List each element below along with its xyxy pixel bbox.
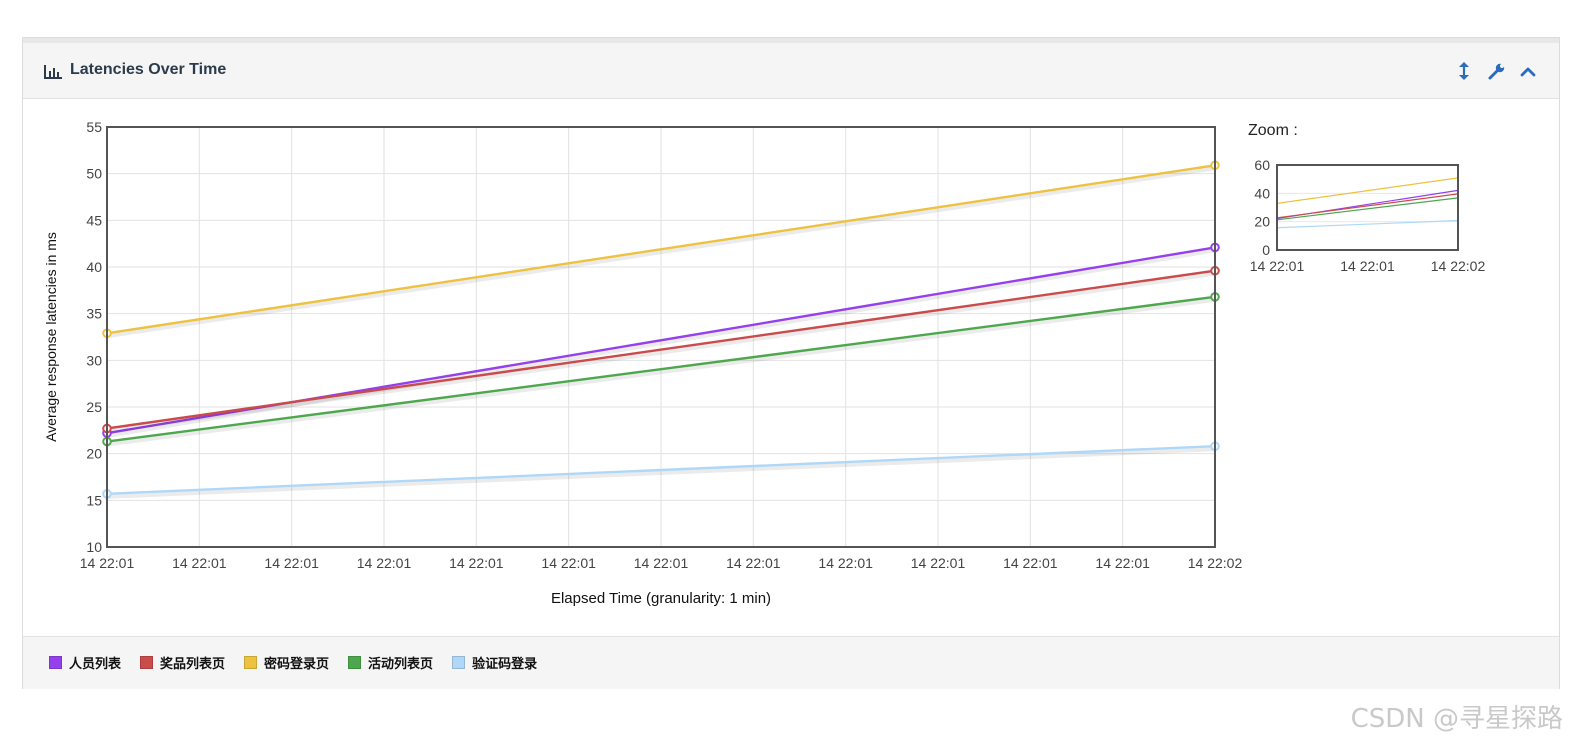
y-tick-label: 55 <box>86 119 102 135</box>
zoom-y-tick-label: 0 <box>1262 242 1270 258</box>
latencies-panel: Latencies Over Time 10 15 20 25 30 35 40 45 50 55… <box>22 37 1560 689</box>
x-tick-label: 14 22:02 <box>1188 555 1243 571</box>
chart-area: 10 15 20 25 30 35 40 45 50 55 14 22:01 14 22:01 14 2… <box>23 99 1559 636</box>
x-tick-label: 14 22:01 <box>911 555 966 571</box>
x-tick-label: 14 22:01 <box>357 555 412 571</box>
legend-item[interactable]: 密码登录页 <box>244 653 329 672</box>
x-tick-label: 14 22:01 <box>541 555 596 571</box>
x-tick-label: 14 22:01 <box>818 555 873 571</box>
y-tick-label: 20 <box>86 446 102 462</box>
resize-vertical-icon[interactable] <box>1453 59 1475 83</box>
panel-header: Latencies Over Time <box>23 43 1559 99</box>
legend-item[interactable]: 活动列表页 <box>348 653 433 672</box>
y-tick-label: 45 <box>86 212 102 228</box>
x-tick-label: 14 22:01 <box>449 555 504 571</box>
legend-swatch <box>140 656 154 669</box>
x-axis-label: Elapsed Time (granularity: 1 min) <box>551 590 771 607</box>
y-tick-label: 40 <box>86 259 102 275</box>
zoom-series-line-2 <box>1276 193 1459 219</box>
zoom-y-tick-label: 20 <box>1254 214 1270 230</box>
wrench-icon[interactable] <box>1485 59 1507 83</box>
legend-label: 活动列表页 <box>368 657 434 672</box>
bar-chart-icon <box>44 65 62 79</box>
watermark: CSDN @寻星探路 <box>1350 704 1563 734</box>
y-axis-label: Average response latencies in ms <box>43 232 59 442</box>
legend-label: 密码登录页 <box>264 657 330 672</box>
x-tick-label: 14 22:01 <box>80 555 135 571</box>
zoom-series-line-3 <box>1276 177 1459 204</box>
zoom-x-tick-label: 14 22:02 <box>1431 258 1486 274</box>
y-tick-label: 30 <box>86 352 102 368</box>
legend-swatch <box>348 656 362 669</box>
legend-swatch <box>49 656 62 669</box>
zoom-x-tick-label: 14 22:01 <box>1340 258 1395 274</box>
legend: 人员列表 奖品列表页 密码登录页 活动列表页 验证码登录 <box>49 653 556 672</box>
x-tick-label: 14 22:01 <box>264 555 319 571</box>
legend-item[interactable]: 验证码登录 <box>452 653 537 672</box>
legend-label: 人员列表 <box>69 657 122 672</box>
x-tick-label: 14 22:01 <box>1003 555 1058 571</box>
legend-bar: 人员列表 奖品列表页 密码登录页 活动列表页 验证码登录 <box>23 636 1559 689</box>
y-tick-label: 50 <box>86 166 102 182</box>
chevron-up-icon[interactable] <box>1517 59 1539 83</box>
zoom-y-tick-label: 60 <box>1254 157 1270 173</box>
latency-chart: 10 15 20 25 30 35 40 45 50 55 14 22:01 14 22:01 14 2… <box>43 119 1486 607</box>
legend-swatch <box>452 656 466 669</box>
legend-swatch <box>244 656 258 669</box>
panel-title: Latencies Over Time <box>70 61 227 78</box>
zoom-overview[interactable]: 0 20 40 60 14 22:01 14 22:01 14 22:02 <box>1250 157 1486 274</box>
legend-item[interactable]: 人员列表 <box>49 653 121 672</box>
legend-label: 奖品列表页 <box>160 657 226 672</box>
x-tick-label: 14 22:01 <box>634 555 689 571</box>
x-tick-label: 14 22:01 <box>1095 555 1150 571</box>
y-tick-label: 10 <box>86 539 102 555</box>
x-tick-label: 14 22:01 <box>172 555 227 571</box>
y-tick-label: 35 <box>86 306 102 322</box>
legend-item[interactable]: 奖品列表页 <box>140 653 225 672</box>
zoom-series-line-4 <box>1276 197 1459 221</box>
zoom-y-tick-label: 40 <box>1254 185 1270 201</box>
zoom-label: Zoom : <box>1248 122 1298 139</box>
y-tick-label: 15 <box>86 492 102 508</box>
zoom-frame <box>1276 164 1459 251</box>
y-tick-label: 25 <box>86 399 102 415</box>
legend-label: 验证码登录 <box>472 657 538 672</box>
x-tick-label: 14 22:01 <box>726 555 781 571</box>
zoom-x-tick-label: 14 22:01 <box>1250 258 1305 274</box>
